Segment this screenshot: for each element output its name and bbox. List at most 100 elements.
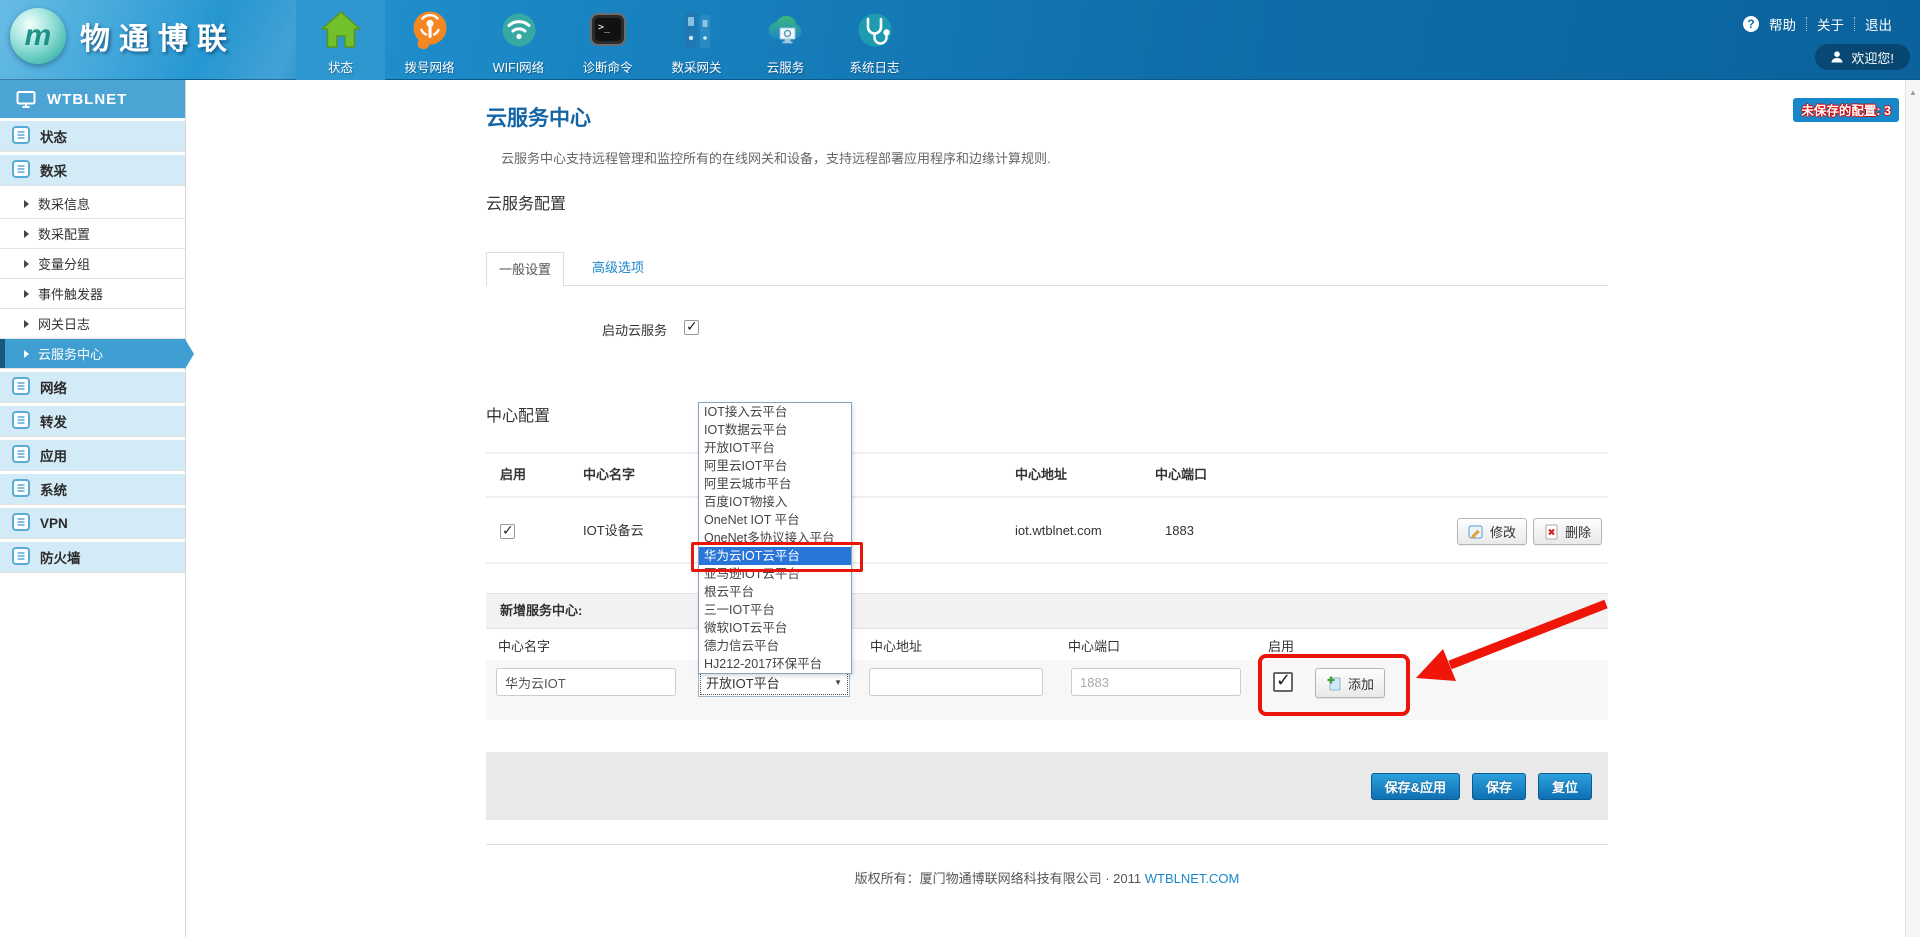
sidebar-item-防火墙[interactable]: 防火墙 — [0, 542, 185, 573]
user-icon — [1831, 51, 1843, 63]
nav-item-system-log[interactable]: 系统日志 — [830, 0, 919, 80]
sidebar-item-label: 云服务中心 — [38, 344, 103, 363]
sidebar-item-label: 网关日志 — [38, 314, 90, 333]
top-nav: 状态拨号网络 WIFI网络 >_ 诊断命令 数采网关 云服务 系统日志 — [296, 0, 919, 80]
dropdown-option[interactable]: IOT数据云平台 — [699, 421, 851, 439]
sidebar-header: WTBLNET — [0, 80, 185, 118]
enable-cloud-checkbox[interactable] — [684, 320, 699, 335]
dropdown-option[interactable]: IOT接入云平台 — [699, 403, 851, 421]
sidebar-item-网关日志[interactable]: 网关日志 — [0, 309, 185, 339]
dropdown-option[interactable]: 阿里云城市平台 — [699, 475, 851, 493]
list-icon — [12, 479, 30, 500]
footer: 版权所有：厦门物通博联网络科技有限公司 · 2011 WTBLNET.COM — [486, 868, 1608, 887]
unsaved-config-badge[interactable]: 未保存的配置: 3 — [1793, 98, 1899, 122]
add-icon — [1326, 675, 1342, 691]
dropdown-option[interactable]: HJ212-2017环保平台 — [699, 655, 851, 673]
reset-button[interactable]: 复位 — [1538, 773, 1592, 800]
help-link[interactable]: 帮助 — [1769, 14, 1796, 34]
save-apply-button[interactable]: 保存&应用 — [1371, 773, 1460, 800]
sidebar-item-label: 防火墙 — [40, 547, 81, 567]
footer-link[interactable]: WTBLNET.COM — [1145, 871, 1240, 886]
nav-item-home[interactable]: 状态 — [296, 0, 385, 80]
add-button[interactable]: 添加 — [1315, 668, 1385, 698]
sidebar-item-转发[interactable]: 转发 — [0, 406, 185, 437]
row-center-name: IOT设备云 — [583, 498, 644, 564]
list-icon — [12, 126, 30, 147]
cloud-service-icon — [763, 7, 809, 53]
footer-divider — [486, 844, 1608, 845]
sidebar-item-状态[interactable]: 状态 — [0, 121, 185, 152]
nav-item-terminal[interactable]: >_ 诊断命令 — [563, 0, 652, 80]
dropdown-option[interactable]: OneNet IOT 平台 — [699, 511, 851, 529]
list-icon — [12, 160, 30, 181]
sidebar-item-label: 转发 — [40, 411, 67, 431]
sidebar-items: 状态数采数采信息数采配置变量分组事件触发器网关日志云服务中心网络转发应用系统VP… — [0, 121, 185, 573]
scrollbar[interactable]: ▲ — [1905, 80, 1920, 937]
nav-label: 诊断命令 — [582, 57, 632, 76]
form-enable-label: 启用 — [1268, 636, 1294, 655]
tab-general-settings[interactable]: 一般设置 — [486, 252, 564, 286]
edit-icon — [1468, 524, 1484, 540]
sidebar-item-应用[interactable]: 应用 — [0, 440, 185, 471]
header-address: 中心地址 — [1015, 454, 1067, 496]
nav-label: 云服务 — [767, 57, 805, 76]
nav-item-gateway[interactable]: 数采网关 — [652, 0, 741, 80]
dropdown-option[interactable]: 三一IOT平台 — [699, 601, 851, 619]
header-port: 中心端口 — [1155, 454, 1207, 496]
list-icon — [12, 377, 30, 398]
chevron-down-icon: ▼ — [834, 678, 842, 687]
sidebar-item-label: 状态 — [40, 126, 67, 146]
nav-item-cloud-service[interactable]: 云服务 — [741, 0, 830, 80]
add-service-section: 新增服务中心: — [486, 593, 1608, 629]
center-port-input[interactable] — [1071, 668, 1241, 696]
sidebar-item-数采配置[interactable]: 数采配置 — [0, 219, 185, 249]
dropdown-option[interactable]: 开放IOT平台 — [699, 439, 851, 457]
nav-item-dial-network[interactable]: 拨号网络 — [385, 0, 474, 80]
edit-button[interactable]: 修改 — [1457, 518, 1527, 545]
dropdown-option[interactable]: 阿里云IOT平台 — [699, 457, 851, 475]
sidebar-item-变量分组[interactable]: 变量分组 — [0, 249, 185, 279]
add-enable-checkbox[interactable] — [1273, 672, 1293, 692]
scroll-up-arrow[interactable]: ▲ — [1908, 88, 1918, 97]
sidebar-item-数采[interactable]: 数采 — [0, 155, 185, 186]
save-button[interactable]: 保存 — [1472, 773, 1526, 800]
center-name-input[interactable] — [496, 668, 676, 696]
welcome-pill[interactable]: 欢迎您! — [1815, 44, 1910, 70]
logout-link[interactable]: 退出 — [1865, 14, 1892, 34]
nav-label: 数采网关 — [671, 57, 721, 76]
system-log-icon — [852, 7, 898, 53]
brand: m 物通博联 — [10, 8, 236, 64]
center-type-value: 开放IOT平台 — [706, 673, 780, 692]
dropdown-option[interactable]: 百度IOT物接入 — [699, 493, 851, 511]
dropdown-option[interactable]: 微软IOT云平台 — [699, 619, 851, 637]
terminal-icon: >_ — [585, 7, 631, 53]
tab-advanced-options[interactable]: 高级选项 — [584, 257, 652, 285]
brand-logo-icon: m — [10, 8, 66, 64]
sidebar-item-label: 数采 — [40, 160, 67, 180]
sidebar-item-数采信息[interactable]: 数采信息 — [0, 189, 185, 219]
page-title: 云服务中心 — [486, 102, 591, 132]
sidebar-item-系统[interactable]: 系统 — [0, 474, 185, 505]
dropdown-option[interactable]: 亚马逊IOT云平台 — [699, 565, 851, 583]
page-description: 云服务中心支持远程管理和监控所有的在线网关和设备，支持远程部署应用程序和边缘计算… — [501, 148, 1051, 167]
list-icon — [12, 445, 30, 466]
delete-button[interactable]: 删除 — [1533, 518, 1602, 545]
dropdown-option[interactable]: 根云平台 — [699, 583, 851, 601]
center-address-input[interactable] — [869, 668, 1043, 696]
sidebar-header-label: WTBLNET — [47, 91, 127, 108]
row-enable-checkbox[interactable] — [500, 524, 515, 539]
nav-item-wifi[interactable]: WIFI网络 — [474, 0, 563, 80]
nav-label: 系统日志 — [849, 57, 899, 76]
sidebar-item-VPN[interactable]: VPN — [0, 508, 185, 539]
tabbar: 一般设置 高级选项 — [486, 252, 1608, 286]
dropdown-option[interactable]: OneNet多协议接入平台 — [699, 529, 851, 547]
edit-label: 修改 — [1490, 522, 1516, 541]
sidebar-item-云服务中心[interactable]: 云服务中心 — [0, 339, 185, 369]
dropdown-option[interactable]: 德力信云平台 — [699, 637, 851, 655]
about-link[interactable]: 关于 — [1817, 14, 1844, 34]
dropdown-option[interactable]: 华为云IOT云平台 — [699, 547, 851, 565]
sidebar-item-网络[interactable]: 网络 — [0, 372, 185, 403]
nav-label: WIFI网络 — [493, 57, 544, 76]
list-icon — [12, 411, 30, 432]
sidebar-item-事件触发器[interactable]: 事件触发器 — [0, 279, 185, 309]
